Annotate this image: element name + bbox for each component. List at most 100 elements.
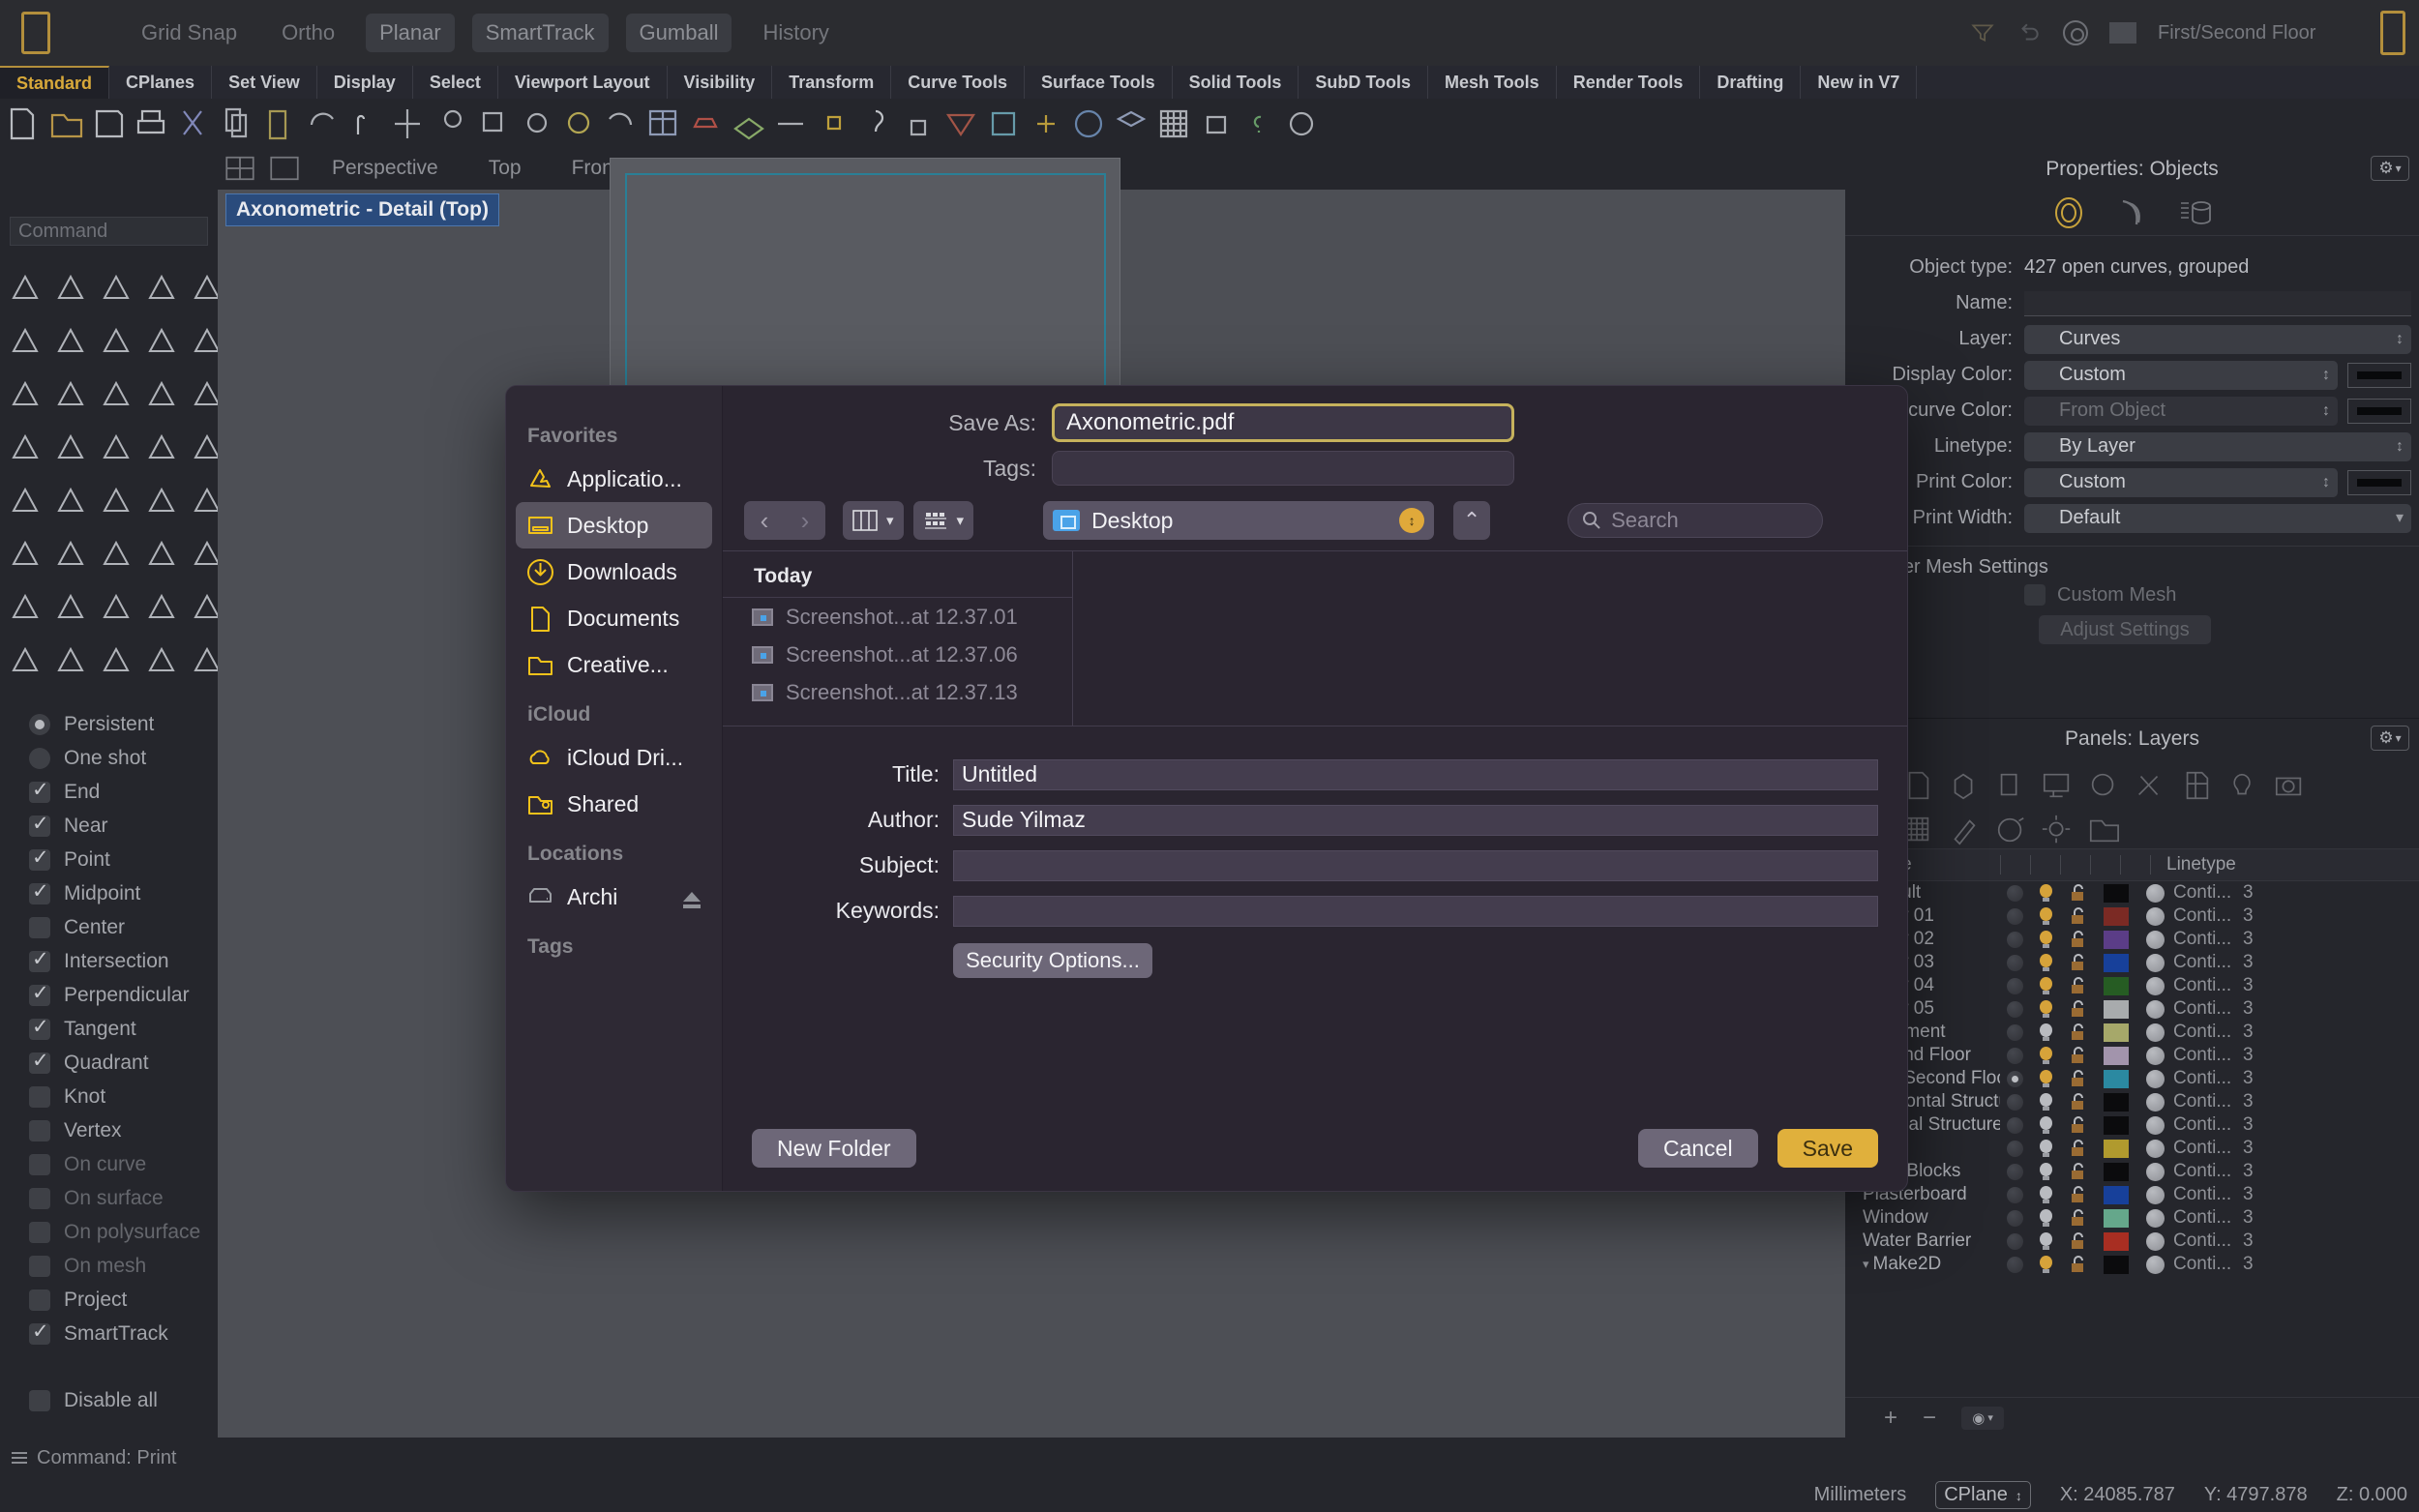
tab-standard[interactable]: Standard bbox=[0, 66, 110, 99]
toggle-smarttrack[interactable]: SmartTrack bbox=[471, 14, 609, 52]
layers-col-linetype[interactable]: Linetype bbox=[2151, 854, 2248, 875]
current-layer-swatch[interactable] bbox=[2109, 22, 2136, 44]
layer-visibility-bulb-icon[interactable] bbox=[2037, 1255, 2055, 1275]
layer-linetype[interactable]: Conti... bbox=[2173, 1068, 2243, 1089]
new-file-icon[interactable] bbox=[6, 105, 43, 142]
layer-material-icon[interactable] bbox=[2146, 930, 2165, 949]
layer-material-icon[interactable] bbox=[2146, 953, 2165, 972]
file-browser[interactable]: Today Screenshot...at 12.37.01 Screenshot… bbox=[723, 550, 1907, 726]
eject-icon[interactable] bbox=[683, 892, 701, 908]
sheet-icon[interactable] bbox=[2180, 769, 2213, 802]
current-layer-radio[interactable] bbox=[2007, 1000, 2023, 1018]
current-layer-radio[interactable] bbox=[2007, 1093, 2023, 1111]
layer-lock-icon[interactable] bbox=[2069, 1185, 2088, 1204]
cut-icon[interactable] bbox=[176, 105, 213, 142]
property-input[interactable] bbox=[2024, 290, 2411, 316]
osnap-knot[interactable]: Knot bbox=[29, 1080, 218, 1113]
search-input[interactable]: Search bbox=[1568, 503, 1824, 538]
sidebar-item-downloads[interactable]: Downloads bbox=[516, 548, 712, 595]
layer-print-width[interactable]: 3 bbox=[2243, 1230, 2254, 1252]
layer-lock-icon[interactable] bbox=[2069, 1046, 2088, 1065]
layer-linetype[interactable]: Conti... bbox=[2173, 1022, 2243, 1043]
polyline-icon[interactable] bbox=[95, 267, 137, 317]
layer-linetype[interactable]: Conti... bbox=[2173, 1138, 2243, 1159]
boolean-icon[interactable] bbox=[4, 480, 46, 530]
layer-row[interactable]: DefaultConti...3 bbox=[1845, 881, 2419, 904]
window-layout-icon[interactable] bbox=[644, 105, 681, 142]
tab-viewport-layout[interactable]: Viewport Layout bbox=[498, 66, 668, 99]
osnap-on-mesh[interactable]: On mesh bbox=[29, 1249, 218, 1283]
tab-drafting[interactable]: Drafting bbox=[1700, 66, 1802, 99]
chevron-down-icon[interactable]: ▾ bbox=[1863, 1257, 1869, 1272]
layer-lock-icon[interactable] bbox=[2069, 930, 2088, 949]
chevron-down-icon[interactable]: ▾ bbox=[2396, 510, 2404, 526]
osnap-toggle[interactable] bbox=[29, 1389, 50, 1411]
layer-print-width[interactable]: 3 bbox=[2243, 952, 2254, 973]
layer-print-width[interactable]: 3 bbox=[2243, 1254, 2254, 1275]
osnap-near[interactable]: Near bbox=[29, 809, 218, 843]
current-layer-radio[interactable] bbox=[2007, 1116, 2023, 1134]
layer-linetype[interactable]: Conti... bbox=[2173, 998, 2243, 1020]
property-select[interactable]: Default ▾ bbox=[2024, 503, 2411, 533]
tab-display[interactable]: Display bbox=[317, 66, 413, 99]
layer-lock-icon[interactable] bbox=[2069, 1139, 2088, 1158]
osnap-toggle[interactable] bbox=[29, 879, 50, 904]
chevron-updown-icon[interactable]: ↕ bbox=[2322, 402, 2330, 419]
tab-select[interactable]: Select bbox=[413, 66, 498, 99]
arc-icon[interactable] bbox=[95, 320, 137, 371]
osnap-end[interactable]: End bbox=[29, 775, 218, 809]
osnap-midpoint[interactable]: Midpoint bbox=[29, 876, 218, 910]
tab-solid-tools[interactable]: Solid Tools bbox=[1173, 66, 1299, 99]
osnap-center[interactable]: Center bbox=[29, 910, 218, 944]
surface-patch-icon[interactable] bbox=[95, 373, 137, 424]
layer-color-swatch[interactable] bbox=[2104, 1185, 2129, 1204]
layer-print-width[interactable]: 3 bbox=[2243, 1091, 2254, 1112]
layer-visibility-bulb-icon[interactable] bbox=[2037, 1069, 2055, 1089]
property-select[interactable]: By Layer ↕ bbox=[2024, 431, 2411, 461]
color-swatch[interactable] bbox=[2347, 398, 2411, 424]
layer-visibility-bulb-icon[interactable] bbox=[2037, 1185, 2055, 1205]
make2d-icon[interactable] bbox=[4, 639, 46, 690]
copy-icon[interactable] bbox=[219, 105, 255, 142]
tab-transform[interactable]: Transform bbox=[772, 66, 892, 99]
layer-linetype[interactable]: Conti... bbox=[2173, 1207, 2243, 1229]
light-icon[interactable] bbox=[815, 105, 851, 142]
circle-icon[interactable] bbox=[4, 320, 46, 371]
osnap-toggle[interactable] bbox=[29, 1049, 50, 1074]
file-list-item[interactable]: Screenshot...at 12.37.06 bbox=[723, 636, 1072, 673]
layer-lock-icon[interactable] bbox=[2069, 1255, 2088, 1274]
curve-icon[interactable] bbox=[140, 267, 183, 317]
filter-icon[interactable] bbox=[1970, 20, 1995, 45]
layer-print-width[interactable]: 3 bbox=[2243, 1207, 2254, 1229]
toggle-grid-snap[interactable]: Grid Snap bbox=[128, 14, 251, 52]
chevron-updown-icon[interactable]: ↕ bbox=[2396, 438, 2404, 455]
layer-visibility-bulb-icon[interactable] bbox=[2037, 999, 2055, 1020]
pan-hand-icon[interactable] bbox=[346, 105, 383, 142]
layer-linetype[interactable]: Conti... bbox=[2173, 929, 2243, 950]
sidebar-item-archi[interactable]: Archi bbox=[516, 874, 712, 920]
layer-print-width[interactable]: 3 bbox=[2243, 1138, 2254, 1159]
layer-color-swatch[interactable] bbox=[2104, 1208, 2129, 1228]
custom-mesh-row[interactable]: Custom Mesh bbox=[1845, 578, 2419, 611]
scroll-icon[interactable] bbox=[1994, 769, 2027, 802]
render-preview-icon[interactable] bbox=[559, 105, 596, 142]
dim-icon[interactable] bbox=[49, 586, 92, 637]
layer-color-swatch[interactable] bbox=[2104, 1023, 2129, 1042]
box-solid-icon[interactable] bbox=[4, 427, 46, 477]
layer-material-icon[interactable] bbox=[2146, 1185, 2165, 1204]
current-layer-radio[interactable] bbox=[2007, 1209, 2023, 1227]
sphere-solid-icon[interactable] bbox=[49, 427, 92, 477]
layer-print-width[interactable]: 3 bbox=[2243, 998, 2254, 1020]
tools-icon[interactable] bbox=[2134, 769, 2166, 802]
subd-icon[interactable] bbox=[49, 480, 92, 530]
analyze-icon[interactable] bbox=[49, 639, 92, 690]
osnap-toggle[interactable] bbox=[29, 1319, 50, 1345]
paint-icon[interactable] bbox=[1994, 814, 2027, 846]
layer-color-swatch[interactable] bbox=[2104, 1069, 2129, 1088]
osnap-disable-all[interactable]: Disable all bbox=[29, 1383, 218, 1417]
layer-linetype[interactable]: Conti... bbox=[2173, 952, 2243, 973]
layer-visibility-bulb-icon[interactable] bbox=[2037, 1208, 2055, 1229]
osnap-toggle[interactable] bbox=[29, 1153, 50, 1175]
chevron-left-icon[interactable]: ‹ bbox=[744, 501, 785, 540]
layer-lock-icon[interactable] bbox=[2069, 1231, 2088, 1251]
